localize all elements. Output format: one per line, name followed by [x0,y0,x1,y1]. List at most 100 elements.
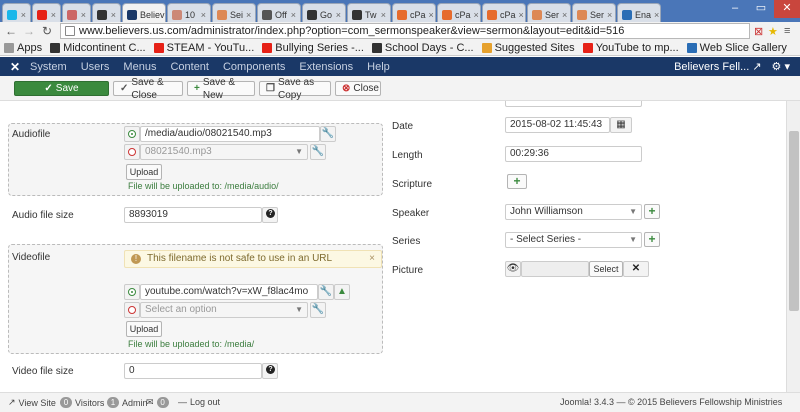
joomla-logo-icon[interactable]: ✕ [0,60,30,74]
cropped-input[interactable] [505,101,642,107]
videofile-url-input[interactable]: youtube.com/watch?v=xW_f8lac4mo [140,284,318,300]
browser-tab[interactable]: 10 × [167,3,211,22]
url-input[interactable]: www.believers.us.com/administrator/index… [60,23,750,39]
speaker-select[interactable]: John Williamson ▼ [505,204,642,220]
browser-tab[interactable]: Off × [257,3,301,22]
logout-link[interactable]: — Log out [178,397,220,407]
bookmark-star-icon[interactable]: ★ [768,25,778,38]
maximize-button[interactable]: ▭ [748,0,774,18]
tab-close-icon[interactable]: × [654,10,659,20]
view-site-link[interactable]: ↗ View Site [8,397,56,408]
menu-extensions[interactable]: Extensions [299,61,353,73]
bookmark-item[interactable]: Suggested Sites [481,42,575,54]
videofile-url-radio[interactable] [124,284,140,300]
tab-close-icon[interactable]: × [607,10,612,20]
date-input[interactable]: 2015-08-02 11:45:43 [505,117,610,133]
tab-close-icon[interactable]: × [474,10,479,20]
bookmark-item[interactable]: Midcontinent C... [50,42,146,54]
audiofile-select[interactable]: 08021540.mp3 ▼ [140,144,308,160]
add-series-button[interactable]: + [644,232,660,247]
tab-close-icon[interactable]: × [519,10,524,20]
browser-tab[interactable]: × [62,3,91,22]
tab-close-icon[interactable]: × [21,10,26,20]
menu-content[interactable]: Content [170,61,209,73]
videofile-select-radio[interactable] [124,302,140,318]
wrench-icon[interactable]: 🔧 [318,284,334,300]
bookmark-item[interactable]: STEAM - YouTu... [153,42,254,54]
visitors-indicator[interactable]: 0 Visitors [60,397,104,408]
browser-tab[interactable]: × [2,3,31,22]
video-size-input[interactable]: 0 [124,363,262,379]
admin-indicator[interactable]: 1 Admin [107,397,148,408]
wrench-icon[interactable]: 🔧 [310,302,326,318]
wrench-icon[interactable]: 🔧 [310,144,326,160]
tab-close-icon[interactable]: × [81,10,86,20]
audiofile-path-radio[interactable] [124,126,140,142]
tab-close-icon[interactable]: × [246,10,251,20]
videofile-select[interactable]: Select an option ▼ [140,302,308,318]
chrome-menu-icon[interactable]: ≡ [784,25,790,37]
picture-path-input[interactable] [521,261,589,277]
audio-upload-button[interactable]: Upload [126,164,162,180]
length-input[interactable]: 00:29:36 [505,146,642,162]
audiofile-select-radio[interactable] [124,144,140,160]
tab-close-icon[interactable]: × [381,10,386,20]
tab-close-icon[interactable]: × [429,10,434,20]
browser-tab[interactable]: × [92,3,121,22]
tab-close-icon[interactable]: × [111,10,116,20]
video-upload-button[interactable]: Upload [126,321,162,337]
user-gear-icon[interactable]: ⚙ ▾ [772,60,790,73]
browser-tab[interactable]: Believ× [122,3,166,22]
audiofile-path-input[interactable]: /media/audio/08021540.mp3 [140,126,320,142]
tab-close-icon[interactable]: × [336,10,341,20]
series-select[interactable]: - Select Series - ▼ [505,232,642,248]
bookmark-item[interactable]: Bullying Series -... [262,42,364,54]
save-close-button[interactable]: ✓ Save & Close [113,77,183,101]
menu-users[interactable]: Users [81,61,110,73]
back-arrow-icon[interactable]: ← [4,24,18,38]
calendar-icon[interactable]: ▦ [610,117,632,133]
tab-close-icon[interactable]: × [51,10,56,20]
save-as-copy-button[interactable]: ❐ Save as Copy [259,77,331,101]
bookmark-item[interactable]: Web Slice Gallery [686,42,787,54]
reload-icon[interactable]: ↻ [40,24,54,38]
menu-menus[interactable]: Menus [123,61,156,73]
scrollbar-thumb[interactable] [789,131,799,311]
browser-tab[interactable]: cPa × [392,3,436,22]
browser-tab[interactable]: × [32,3,61,22]
add-speaker-button[interactable]: + [644,204,660,219]
tab-close-icon[interactable]: × [201,10,206,20]
browser-tab[interactable]: Tw × [347,3,391,22]
browser-tab[interactable]: Ser × [527,3,571,22]
minimize-button[interactable]: – [722,0,748,18]
tab-close-icon[interactable]: × [291,10,296,20]
forward-arrow-icon[interactable]: → [22,24,36,38]
bookmark-item[interactable]: School Days - C... [371,42,474,54]
save-button[interactable]: ✓ Save [14,81,109,96]
site-name-link[interactable]: Believers Fell... ↗ [674,60,761,73]
browser-tab[interactable]: cPa × [482,3,526,22]
help-icon[interactable] [262,363,278,379]
help-icon[interactable] [262,207,278,223]
browser-tab[interactable]: Ena × [617,3,661,22]
menu-components[interactable]: Components [223,61,285,73]
add-scripture-button[interactable]: + [507,174,527,189]
google-drive-icon[interactable]: ▲ [334,284,350,300]
browser-tab[interactable]: cPa × [437,3,481,22]
audio-size-input[interactable]: 8893019 [124,207,262,223]
blocked-popup-icon[interactable]: ⊠ [754,25,763,38]
menu-system[interactable]: System [30,61,67,73]
wrench-icon[interactable]: 🔧 [320,126,336,142]
clear-picture-icon[interactable]: ✕ [623,261,649,277]
messages-indicator[interactable]: ✉ 0 [146,397,169,408]
menu-help[interactable]: Help [367,61,390,73]
page-scrollbar[interactable] [786,101,800,392]
close-icon[interactable]: × [369,251,375,267]
window-close-button[interactable]: ✕ [774,0,800,18]
eye-icon[interactable]: 👁 [505,261,521,277]
tab-close-icon[interactable]: × [562,10,567,20]
browser-tab[interactable]: Sei × [212,3,256,22]
apps-shortcut[interactable]: Apps [4,42,42,54]
bookmark-item[interactable]: YouTube to mp... [582,42,679,54]
browser-tab[interactable]: Go × [302,3,346,22]
